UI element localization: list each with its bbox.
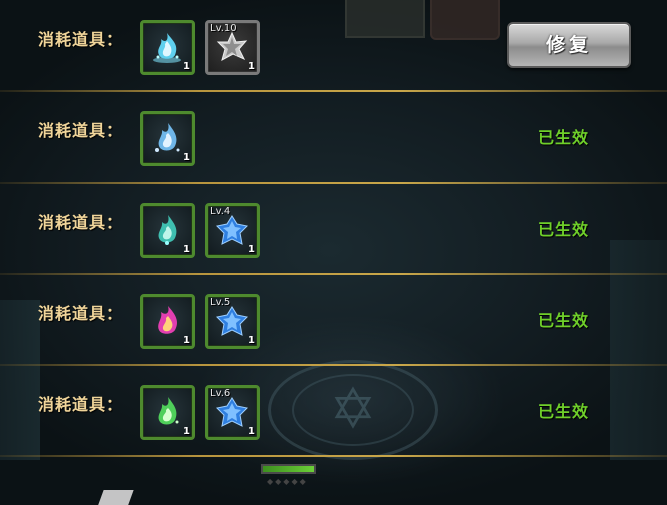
consumable-label: 消耗道具： (38, 30, 124, 49)
item-quantity: 1 (248, 61, 255, 72)
consumable-label: 消耗道具： (38, 213, 124, 232)
silver-star-crystal-icon (216, 31, 248, 62)
consumable-label: 消耗道具： (38, 121, 124, 140)
status-active-label: 已生效 (537, 128, 589, 147)
item-slot[interactable]: 1 (140, 385, 195, 440)
item-quantity: 1 (183, 426, 190, 437)
green-spirit-flame-icon (158, 397, 179, 425)
consumable-row-4: 消耗道具： 1 Lv.5 1 已生效 (0, 274, 667, 365)
item-quantity: 1 (248, 244, 255, 255)
item-quantity: 1 (183, 152, 190, 163)
item-slot[interactable]: Lv.10 1 (205, 20, 260, 75)
item-quantity: 1 (248, 335, 255, 346)
blue-star-crystal-icon (215, 397, 249, 427)
item-slot[interactable]: 1 (140, 20, 195, 75)
item-slot[interactable]: 1 (140, 294, 195, 349)
item-quantity: 1 (183, 61, 190, 72)
item-quantity: 1 (183, 244, 190, 255)
consumable-label: 消耗道具： (38, 395, 124, 414)
blue-star-crystal-icon (215, 306, 249, 336)
blue-spirit-flame-icon (155, 123, 180, 152)
item-slot[interactable]: 1 (140, 111, 195, 166)
background-cube-prop (96, 490, 134, 505)
consumable-label: 消耗道具： (38, 304, 124, 323)
item-quantity: 1 (248, 426, 255, 437)
consumable-row-2: 消耗道具： 1 已生效 (0, 91, 667, 182)
bottom-indicator-dots: ◆◆◆◆◆ (267, 477, 308, 486)
item-quantity: 1 (183, 335, 190, 346)
bottom-progress-fill (263, 466, 314, 472)
consumable-row-1: 消耗道具： 1 Lv.10 1 修复 (0, 0, 667, 91)
cyan-spirit-flame-icon (153, 33, 181, 63)
item-slot[interactable]: Lv.4 1 (205, 203, 260, 258)
consumable-row-5: 消耗道具： 1 Lv.6 1 已生效 (0, 365, 667, 456)
item-slot[interactable]: Lv.6 1 (205, 385, 260, 440)
row-divider (0, 455, 667, 457)
repair-button[interactable]: 修复 (507, 22, 631, 68)
item-slot[interactable]: 1 (140, 203, 195, 258)
pink-spirit-flame-icon (158, 306, 178, 334)
consumable-row-3: 消耗道具： 1 Lv.4 1 已生效 (0, 183, 667, 274)
status-active-label: 已生效 (537, 311, 589, 330)
item-slot[interactable]: Lv.5 1 (205, 294, 260, 349)
blue-star-crystal-icon (215, 215, 249, 245)
status-active-label: 已生效 (537, 402, 589, 421)
bottom-progress-bar (261, 464, 316, 474)
teal-spirit-flame-icon (158, 215, 177, 245)
status-active-label: 已生效 (537, 220, 589, 239)
